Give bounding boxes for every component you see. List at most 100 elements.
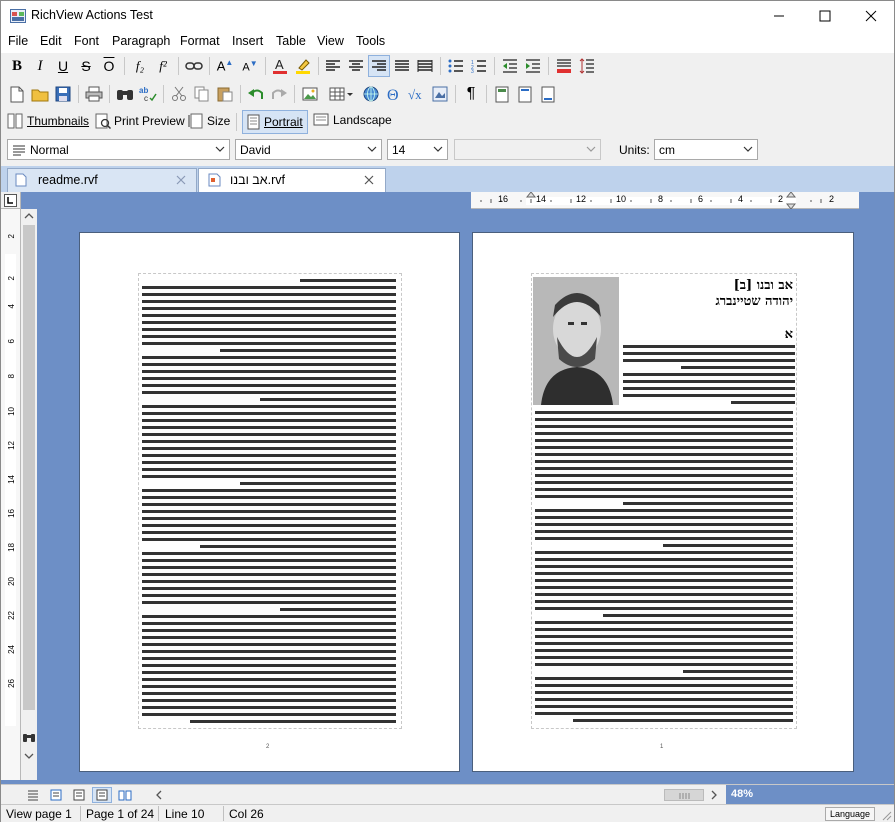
tab-av-uvno[interactable]: אב ובנו.rvf (198, 168, 386, 192)
print-button[interactable] (83, 83, 105, 105)
footer-button[interactable] (537, 83, 559, 105)
menu-font[interactable]: Font (74, 34, 99, 48)
insert-symbol-button[interactable]: Θ (383, 83, 405, 105)
underline-button[interactable]: U (52, 55, 74, 77)
find-button[interactable] (114, 83, 136, 105)
draft-view-button[interactable] (69, 787, 89, 803)
open-button[interactable] (29, 83, 51, 105)
align-right-button[interactable] (368, 55, 390, 77)
scroll-right-icon[interactable] (709, 786, 719, 804)
shrink-font-icon: A▼ (242, 58, 258, 74)
ruler-label: 8 (7, 374, 16, 379)
justify-button[interactable] (391, 55, 413, 77)
page-setup-button[interactable] (491, 83, 513, 105)
normal-view-button[interactable] (23, 787, 43, 803)
page-view-button[interactable] (92, 787, 112, 803)
thumbnails-button[interactable]: Thumbnails (7, 113, 89, 129)
insert-object-button[interactable] (429, 83, 451, 105)
decrease-indent-button[interactable] (499, 55, 521, 77)
line-spacing-button[interactable] (576, 55, 598, 77)
show-special-chars-button[interactable]: ¶ (460, 83, 482, 105)
menu-tools[interactable]: Tools (356, 34, 385, 48)
units-combo[interactable]: cm (654, 139, 758, 160)
font-combo[interactable]: David (235, 139, 382, 160)
scroll-up-icon[interactable] (21, 209, 37, 223)
insert-equation-button[interactable]: √x (406, 83, 428, 105)
web-view-button[interactable] (46, 787, 66, 803)
resize-grip-icon[interactable] (880, 809, 892, 821)
bullets-button[interactable] (445, 55, 467, 77)
author-portrait-image[interactable] (533, 277, 619, 405)
font-size-combo[interactable]: 14 (387, 139, 448, 160)
insert-hyperlink-button[interactable] (360, 83, 382, 105)
landscape-button[interactable]: Landscape (313, 113, 392, 127)
close-button[interactable] (848, 1, 894, 31)
scroll-thumb[interactable] (23, 225, 35, 710)
view-mode-buttons (23, 787, 135, 803)
print-preview-button[interactable]: Print Preview (95, 113, 185, 129)
formatting-toolbar: B I U S O f₂ f² A▲ A▼ A 1 2 3 (1, 53, 894, 80)
horizontal-scroll-thumb[interactable] (664, 789, 704, 801)
menu-file[interactable]: File (8, 34, 28, 48)
bold-button[interactable]: B (6, 55, 28, 77)
subscript-button[interactable]: f₂ (129, 55, 151, 77)
menu-format[interactable]: Format (180, 34, 220, 48)
zoom-button[interactable] (22, 731, 36, 745)
insert-table-button[interactable] (326, 83, 356, 105)
font-color-button[interactable]: A (269, 55, 291, 77)
distribute-button[interactable] (414, 55, 436, 77)
document-workspace[interactable]: 16 14 12 10 8 6 4 2 2 2 2 4 6 8 10 12 14… (1, 192, 894, 784)
size-button[interactable]: Size (188, 113, 230, 129)
align-center-button[interactable] (345, 55, 367, 77)
italic-button[interactable]: I (29, 55, 51, 77)
toolbar-separator (178, 57, 179, 75)
save-button[interactable] (52, 83, 74, 105)
horizontal-ruler[interactable]: 16 14 12 10 8 6 4 2 2 (471, 192, 859, 210)
zoom-level[interactable]: 48% (731, 788, 753, 800)
book-view-button[interactable] (115, 787, 135, 803)
charset-combo[interactable] (454, 139, 601, 160)
style-combo[interactable]: Normal (7, 139, 230, 160)
copy-button[interactable] (191, 83, 213, 105)
align-left-button[interactable] (322, 55, 344, 77)
menu-insert[interactable]: Insert (232, 34, 263, 48)
maximize-button[interactable] (802, 1, 848, 31)
tab-close-icon[interactable] (364, 175, 374, 185)
paste-button[interactable] (214, 83, 236, 105)
new-button[interactable] (6, 83, 28, 105)
portrait-button[interactable]: Portrait (242, 110, 308, 134)
menu-edit[interactable]: Edit (40, 34, 62, 48)
page-1[interactable]: אב ובנו [ב] יהודה שטיינברג א 1 (472, 232, 854, 772)
scroll-down-icon[interactable] (21, 749, 37, 763)
header-button[interactable] (514, 83, 536, 105)
shrink-font-button[interactable]: A▼ (239, 55, 261, 77)
numbering-button[interactable]: 123 (468, 55, 490, 77)
vertical-ruler[interactable]: 2 2 4 6 8 10 12 14 16 18 20 22 24 26 (1, 209, 21, 780)
superscript-button[interactable]: f² (152, 55, 174, 77)
vertical-scrollbar[interactable] (21, 209, 37, 780)
cut-button[interactable] (168, 83, 190, 105)
line-spacing-icon (579, 58, 594, 74)
undo-button[interactable] (245, 83, 267, 105)
grow-font-button[interactable]: A▲ (214, 55, 236, 77)
scroll-left-icon[interactable] (154, 786, 164, 804)
minimize-button[interactable] (756, 1, 802, 31)
toolbar-separator (548, 57, 549, 75)
highlight-button[interactable] (292, 55, 314, 77)
menu-table[interactable]: Table (276, 34, 306, 48)
menu-view[interactable]: View (317, 34, 344, 48)
hyperlink-button[interactable] (183, 55, 205, 77)
strikeout-button[interactable]: S (75, 55, 97, 77)
menu-paragraph[interactable]: Paragraph (112, 34, 170, 48)
paragraph-color-button[interactable] (553, 55, 575, 77)
language-button[interactable]: Language (825, 807, 875, 821)
insert-picture-button[interactable] (299, 83, 321, 105)
redo-button[interactable] (268, 83, 290, 105)
page-2[interactable]: 2 (79, 232, 460, 772)
increase-indent-button[interactable] (522, 55, 544, 77)
overline-button[interactable]: O (98, 55, 120, 77)
tab-stop-icon[interactable] (4, 194, 18, 208)
tab-readme[interactable]: readme.rvf (7, 168, 197, 192)
spell-check-button[interactable]: ab c (137, 83, 159, 105)
tab-close-icon[interactable] (176, 175, 186, 185)
